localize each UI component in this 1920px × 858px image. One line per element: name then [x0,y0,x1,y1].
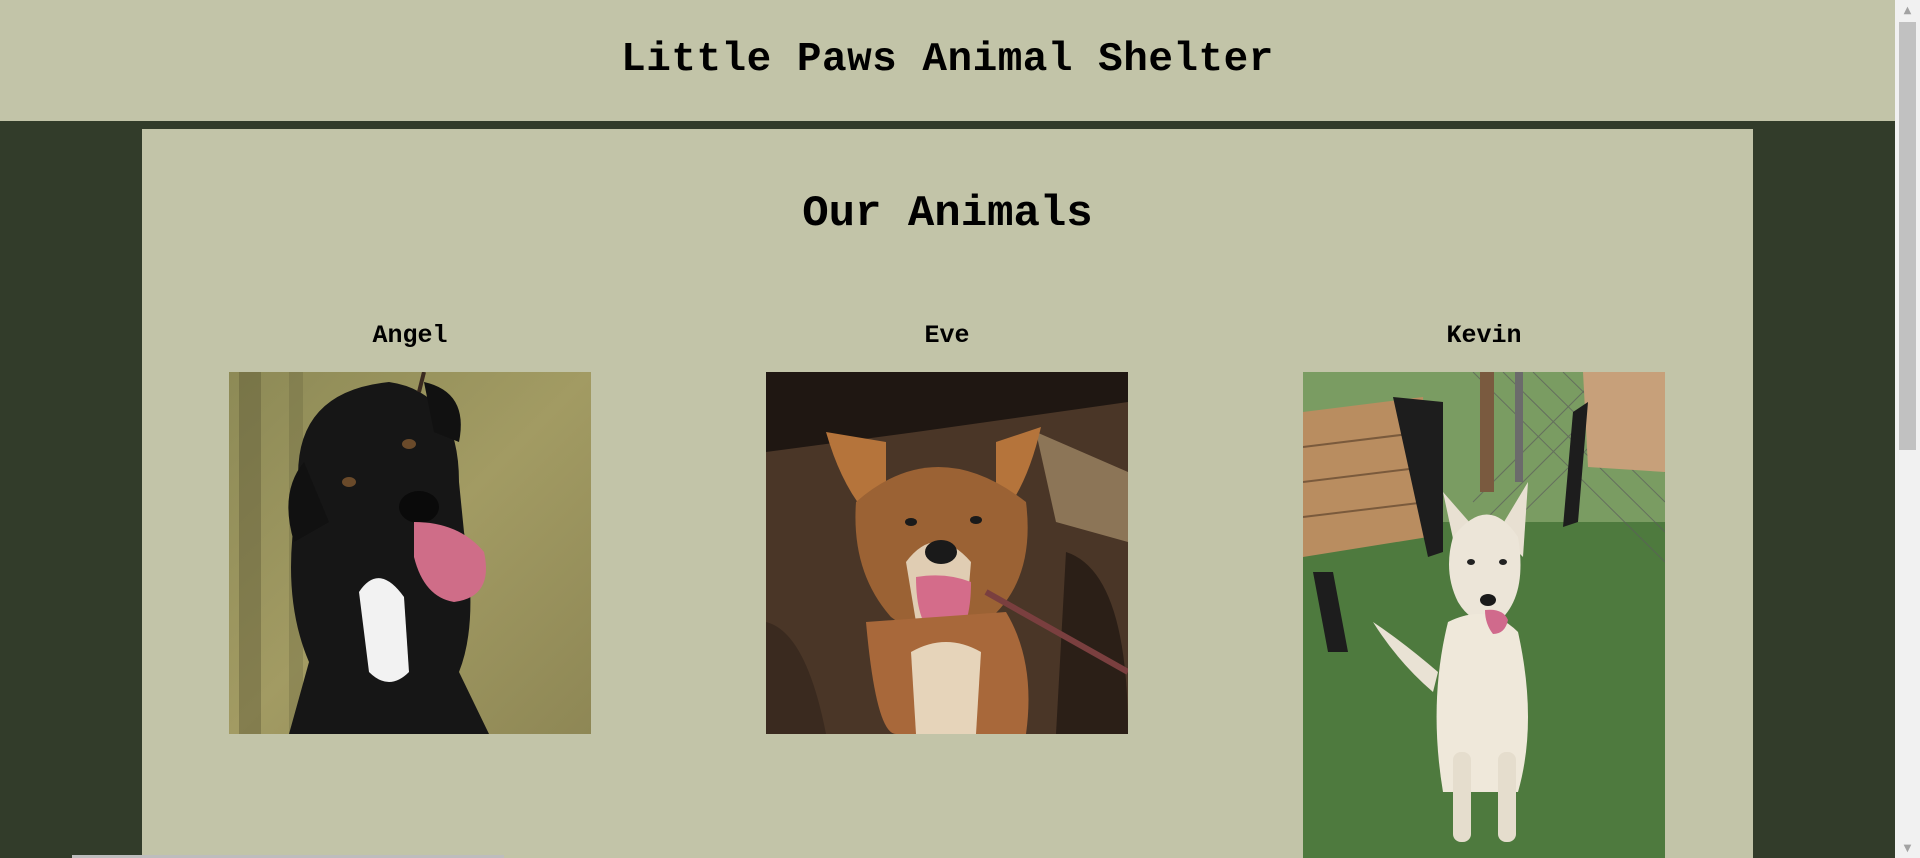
animals-panel: Our Animals Angel Eve Kevin [142,129,1753,858]
site-title: Little Paws Animal Shelter [621,36,1274,83]
animal-name: Kevin [1446,321,1522,350]
animal-name: Eve [924,321,970,350]
section-title: Our Animals [802,189,1093,239]
brown-dog-photo[interactable] [766,372,1128,734]
vertical-scrollbar[interactable]: ▲ ▼ [1895,0,1920,858]
site-header: Little Paws Animal Shelter [0,0,1895,121]
page-viewport: Little Paws Animal Shelter Our Animals A… [0,0,1895,858]
white-dog-photo[interactable] [1303,372,1665,858]
scroll-up-arrow-icon[interactable]: ▲ [1895,0,1920,20]
black-dog-photo[interactable] [229,372,591,734]
scrollbar-thumb[interactable] [1899,22,1916,450]
animal-card-eve[interactable]: Eve [766,321,1128,821]
animal-card-angel[interactable]: Angel [229,321,591,821]
scroll-down-arrow-icon[interactable]: ▼ [1895,838,1920,858]
animal-card-kevin[interactable]: Kevin [1303,321,1665,858]
animal-name: Angel [372,321,448,350]
